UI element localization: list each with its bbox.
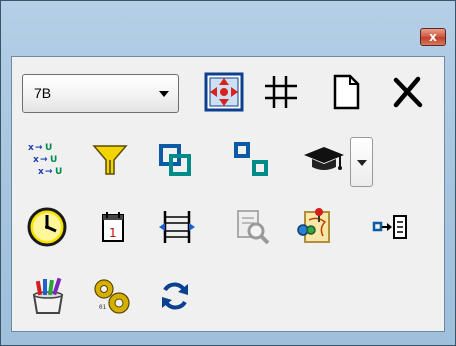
level-select[interactable]: 7B xyxy=(22,74,179,113)
toolbar-panel: 7B x → U x → U x → U 1 01 xyxy=(11,56,445,332)
settings-button[interactable]: 01 xyxy=(90,275,132,317)
new-document-icon xyxy=(333,74,360,110)
filter-button[interactable] xyxy=(89,139,131,181)
map-pin-button[interactable] xyxy=(293,206,335,248)
group-button[interactable] xyxy=(154,139,196,181)
zoom-document-icon xyxy=(237,210,270,245)
filter-icon xyxy=(92,145,128,175)
svg-text:U: U xyxy=(45,143,52,153)
map-pin-icon xyxy=(297,208,330,243)
chevron-down-icon xyxy=(159,91,169,97)
svg-text:x: x xyxy=(38,167,44,177)
ungroup-button[interactable] xyxy=(231,139,273,181)
graduation-cap-icon xyxy=(304,147,344,170)
group-icon xyxy=(159,144,191,176)
sort-variables-icon: x → U x → U x → U xyxy=(28,143,62,177)
refresh-button[interactable] xyxy=(154,275,196,317)
svg-text:U: U xyxy=(50,155,57,165)
level-select-value: 7B xyxy=(34,85,52,101)
move-button[interactable] xyxy=(203,71,245,113)
delete-button[interactable] xyxy=(387,71,429,113)
settings-gears-icon: 01 xyxy=(94,279,130,314)
export-button[interactable] xyxy=(369,206,411,248)
fit-width-icon xyxy=(159,211,195,243)
svg-text:1: 1 xyxy=(109,226,117,240)
close-button[interactable]: x xyxy=(420,28,446,46)
grid-button[interactable] xyxy=(260,71,302,113)
delete-icon xyxy=(393,76,423,108)
education-dropdown-button[interactable] xyxy=(350,137,373,187)
export-icon xyxy=(372,215,407,239)
svg-text:→: → xyxy=(35,143,43,153)
svg-text:x: x xyxy=(33,155,39,165)
svg-text:01: 01 xyxy=(99,304,107,311)
sort-variables-button[interactable]: x → U x → U x → U xyxy=(26,139,68,181)
edit-paint-button[interactable] xyxy=(28,275,70,317)
svg-text:→: → xyxy=(45,167,53,177)
new-document-button[interactable] xyxy=(325,71,367,113)
toolbar-window: x 7B x → U x → U x → U 1 01 xyxy=(0,0,456,346)
fit-width-button[interactable] xyxy=(156,206,198,248)
calendar-button[interactable]: 1 xyxy=(92,206,134,248)
zoom-document-button[interactable] xyxy=(231,206,273,248)
close-icon: x xyxy=(429,30,437,44)
svg-text:→: → xyxy=(40,155,48,165)
refresh-icon xyxy=(162,282,188,310)
calendar-icon: 1 xyxy=(102,212,124,242)
svg-text:U: U xyxy=(55,167,62,177)
ungroup-icon xyxy=(234,142,268,176)
clock-button[interactable] xyxy=(26,206,68,248)
move-icon xyxy=(204,72,244,112)
svg-text:x: x xyxy=(28,143,34,153)
grid-icon xyxy=(265,76,297,108)
title-bar[interactable]: x xyxy=(1,1,455,47)
clock-icon xyxy=(27,207,67,247)
edit-paint-icon xyxy=(32,277,64,314)
chevron-down-icon xyxy=(357,160,367,166)
education-button[interactable] xyxy=(302,139,344,181)
